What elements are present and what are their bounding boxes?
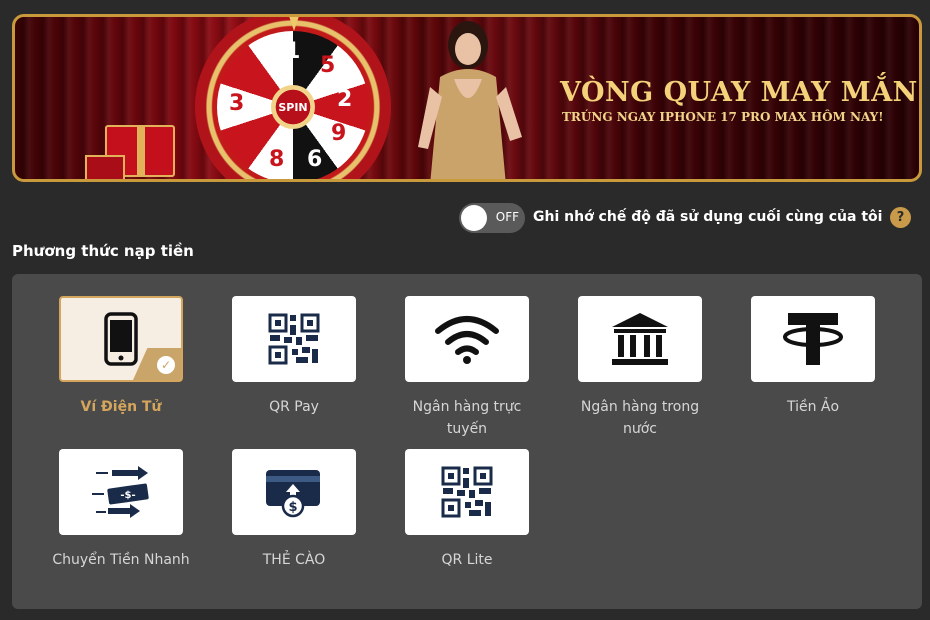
method-label: Chuyển Tiền Nhanh bbox=[52, 552, 190, 568]
method-label: QR Lite bbox=[441, 552, 493, 568]
model-image bbox=[418, 21, 522, 179]
wheel-number: 5 bbox=[320, 53, 336, 78]
banner-title: VÒNG QUAY MAY MẮN bbox=[560, 77, 918, 108]
method-label: QR Pay bbox=[269, 399, 319, 415]
method-tile[interactable] bbox=[232, 296, 356, 382]
wheel-number: 4 bbox=[245, 57, 261, 82]
scratch-card-icon: $ bbox=[266, 470, 320, 518]
lucky-wheel-banner[interactable]: 1 5 2 9 6 8 7 3 4 SPIN VÒNG QUAY MAY MẮN… bbox=[12, 14, 922, 182]
method-tile[interactable] bbox=[405, 296, 529, 382]
qr-code-icon bbox=[441, 466, 493, 518]
section-title: Phương thức nạp tiền bbox=[12, 242, 194, 260]
svg-text:-$-: -$- bbox=[120, 490, 135, 501]
check-icon: ✓ bbox=[157, 356, 175, 374]
method-qr-pay[interactable]: QR Pay bbox=[219, 296, 369, 418]
wheel-number: 7 bbox=[239, 123, 255, 148]
svg-text:$: $ bbox=[288, 500, 297, 515]
method-scratch-card[interactable]: $ THẺ CÀO bbox=[219, 449, 369, 571]
method-tile[interactable] bbox=[751, 296, 875, 382]
method-tile[interactable] bbox=[578, 296, 702, 382]
wheel-number: 1 bbox=[285, 39, 301, 64]
spin-button[interactable]: SPIN bbox=[271, 85, 315, 129]
method-domestic-bank[interactable]: Ngân hàng trong nước bbox=[565, 296, 715, 440]
method-crypto[interactable]: Tiền Ảo bbox=[738, 296, 888, 418]
method-label: Ngân hàng trực tuyến bbox=[412, 399, 522, 437]
banner-subtitle: TRÚNG NGAY IPHONE 17 PRO MAX HÔM NAY! bbox=[562, 110, 884, 124]
toggle-state-label: OFF bbox=[495, 210, 519, 224]
wheel-number: 9 bbox=[331, 121, 347, 146]
fast-transfer-icon: -$- bbox=[92, 466, 149, 518]
gift-box-small-image bbox=[85, 155, 125, 179]
method-fast-transfer[interactable]: -$- Chuyển Tiền Nhanh bbox=[46, 449, 196, 571]
method-e-wallet[interactable]: ✓ Ví Điện Tử bbox=[46, 296, 196, 418]
method-online-banking[interactable]: Ngân hàng trực tuyến bbox=[392, 296, 542, 440]
wheel-number: 6 bbox=[307, 147, 323, 172]
method-label: Ngân hàng trong nước bbox=[580, 399, 700, 437]
bank-icon bbox=[612, 313, 668, 365]
method-label: THẺ CÀO bbox=[262, 552, 326, 568]
wheel-number: 2 bbox=[337, 87, 353, 112]
lucky-wheel[interactable]: 1 5 2 9 6 8 7 3 4 SPIN bbox=[195, 17, 395, 179]
method-tile[interactable]: ✓ bbox=[59, 296, 183, 382]
method-tile[interactable] bbox=[405, 449, 529, 535]
method-label: Tiền Ảo bbox=[786, 399, 840, 415]
method-label: Ví Điện Tử bbox=[80, 399, 162, 415]
remember-mode-toggle[interactable]: OFF bbox=[459, 203, 525, 233]
method-tile[interactable]: -$- bbox=[59, 449, 183, 535]
method-qr-lite[interactable]: QR Lite bbox=[392, 449, 542, 571]
method-tile[interactable]: $ bbox=[232, 449, 356, 535]
wheel-number: 8 bbox=[269, 147, 285, 172]
tether-icon bbox=[783, 313, 843, 365]
toggle-knob bbox=[461, 205, 487, 231]
qr-code-icon bbox=[268, 313, 320, 365]
wifi-icon bbox=[435, 316, 499, 364]
mobile-phone-icon bbox=[104, 312, 138, 366]
help-icon[interactable]: ? bbox=[890, 207, 911, 228]
remember-mode-label: Ghi nhớ chế độ đã sử dụng cuối cùng của … bbox=[533, 209, 883, 225]
wheel-pointer-icon bbox=[286, 17, 302, 31]
wheel-number: 3 bbox=[229, 91, 245, 116]
